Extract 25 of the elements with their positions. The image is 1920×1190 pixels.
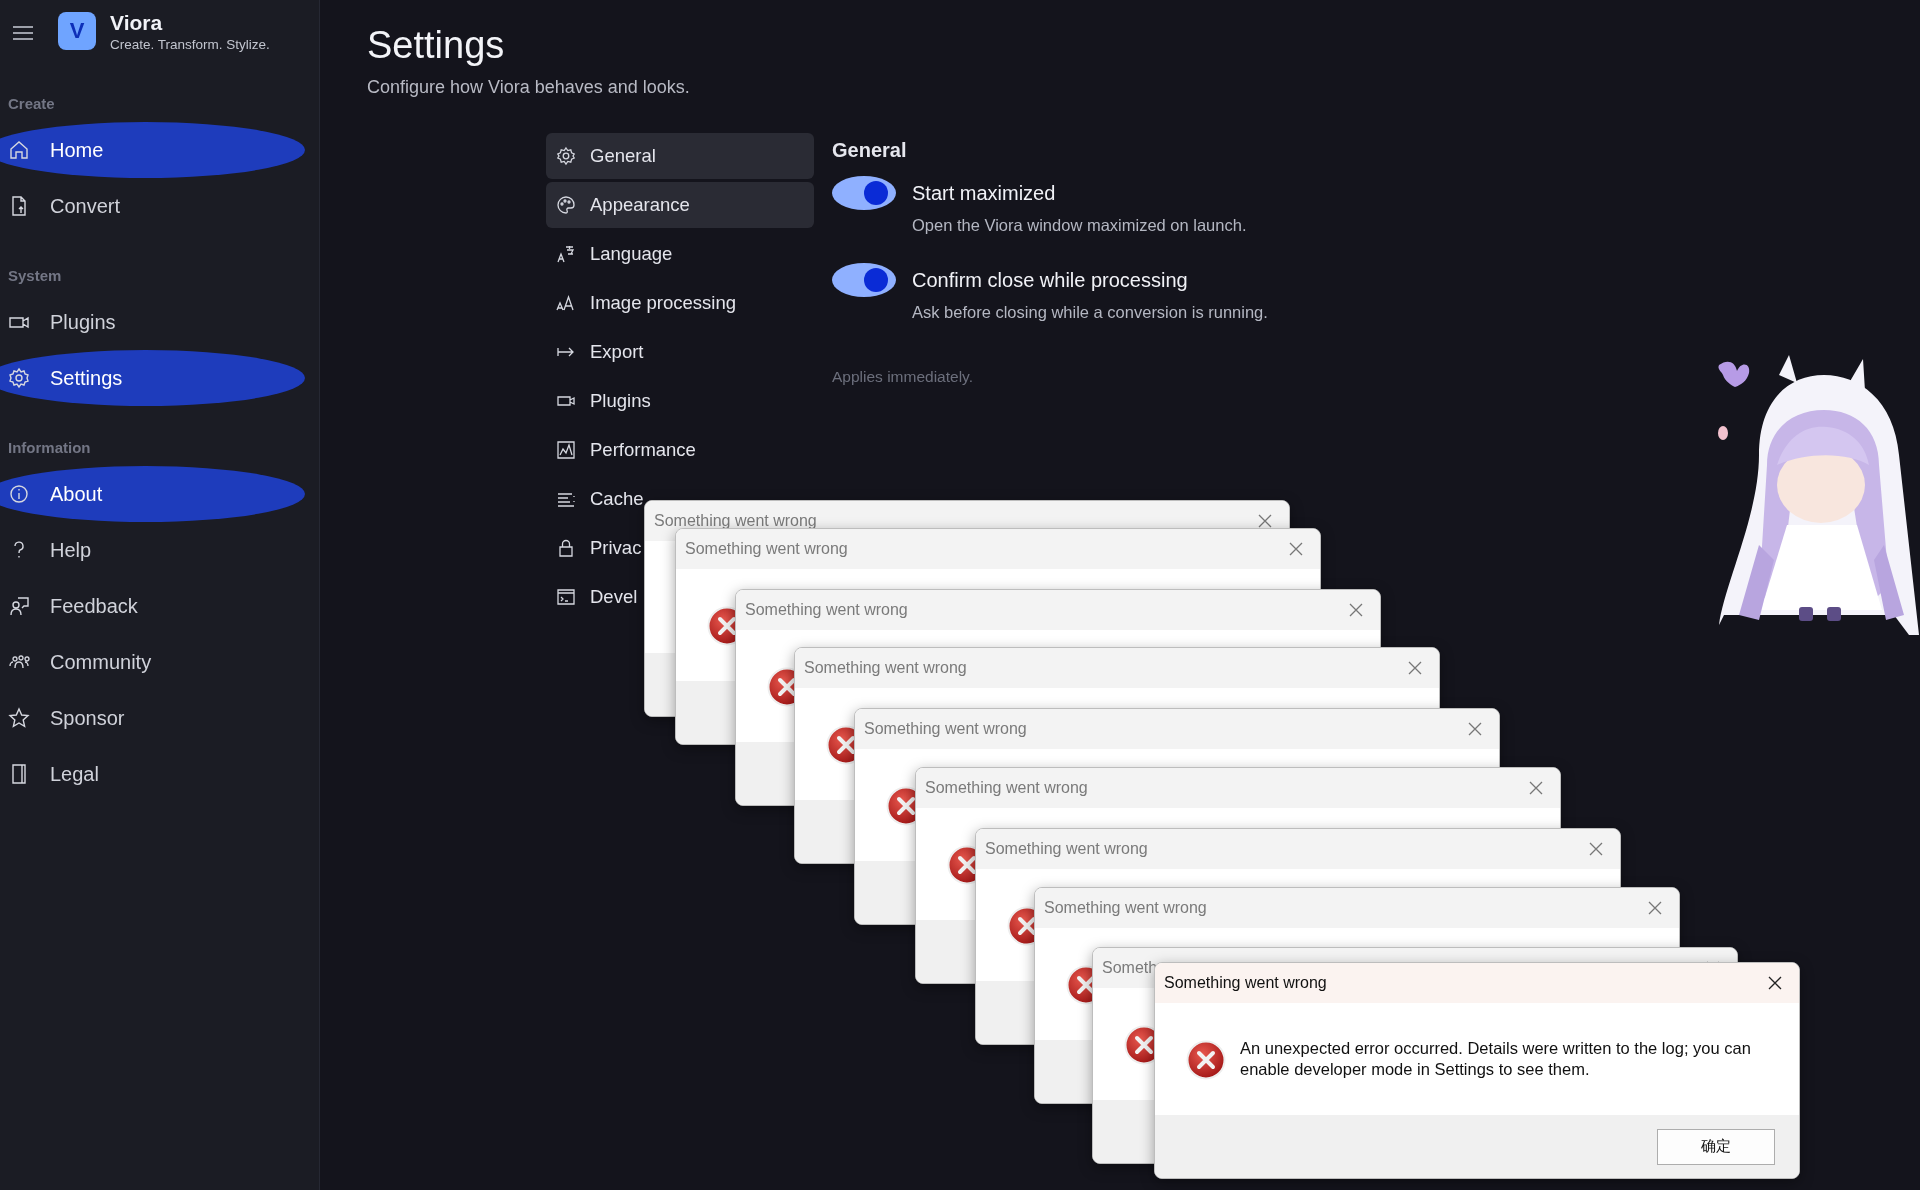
option-title: Start maximized (912, 181, 1057, 206)
section-label: Information (7, 438, 92, 458)
dialog-message: An unexpected error occurred. Details were written to the log; you can enable developer mode in Settings to see them. (1240, 1038, 1752, 1080)
app-tagline: Create. Transform. Stylize. (110, 36, 270, 52)
dialog-title: Someth (1102, 959, 1158, 977)
app-name: Viora (110, 10, 164, 35)
dialog-title: Something went wrong (654, 512, 817, 530)
section-label: Create (7, 94, 56, 114)
dialog-title: Something went wrong (804, 659, 967, 677)
option-description: Open the Viora window maximized on launch. (912, 216, 1247, 235)
app-logo: V (58, 12, 96, 50)
dialog-title: Something went wrong (985, 840, 1148, 858)
section-heading: General (832, 139, 908, 162)
note-text: Applies immediately. (832, 368, 974, 386)
section-label: System (7, 266, 63, 286)
dialog-title: Something went wrong (1044, 899, 1207, 917)
dialog-title: Something went wrong (1164, 974, 1327, 992)
dialog-title: Something went wrong (745, 601, 908, 619)
dialog-title: Something went wrong (864, 720, 1027, 738)
option-title: Confirm close while processing (912, 268, 1189, 293)
page-title: Settings (367, 23, 506, 68)
dialog-title: Something went wrong (925, 779, 1088, 797)
option-description: Ask before closing while a conversion is running. (912, 303, 1268, 322)
dialog-title: Something went wrong (685, 540, 848, 558)
page-subtitle: Configure how Viora behaves and looks. (367, 77, 691, 98)
